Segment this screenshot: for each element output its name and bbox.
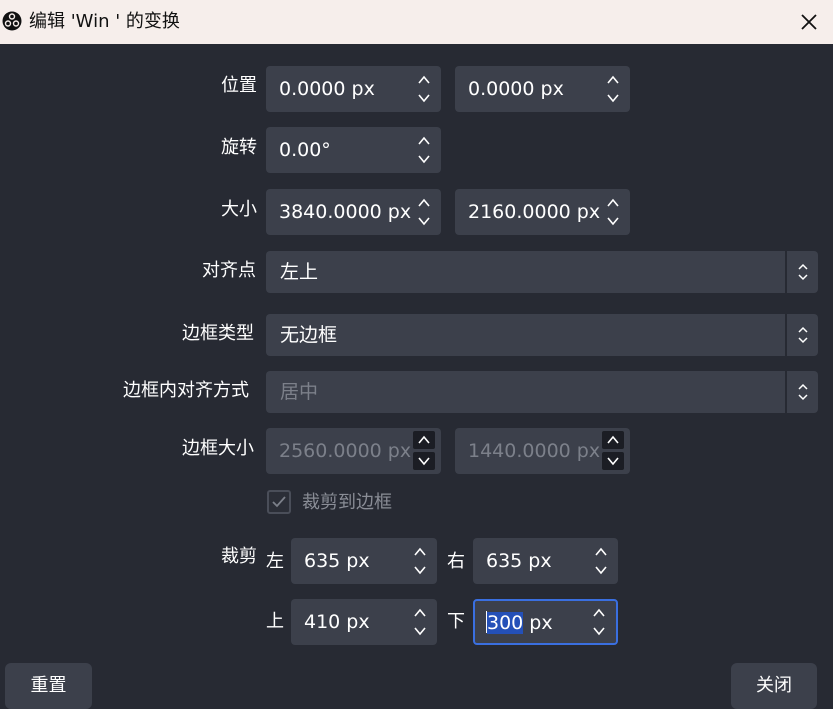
updown-chevron-icon <box>798 383 808 401</box>
crop-bottom-spinbox[interactable]: 300 px <box>473 599 618 645</box>
crop-top-label: 上 <box>266 611 284 632</box>
bounds-type-select[interactable]: 无边框 <box>266 314 818 356</box>
alignment-label: 对齐点 <box>202 260 256 281</box>
crop-right-value: 635 px <box>486 550 552 572</box>
chevron-up-icon[interactable] <box>413 607 427 619</box>
position-y-spinbox[interactable]: 0.0000 px <box>455 66 630 112</box>
chevron-down-icon[interactable] <box>413 564 427 576</box>
checkmark-icon <box>272 496 286 508</box>
close-icon[interactable] <box>797 10 821 34</box>
rotation-value: 0.00° <box>279 139 331 161</box>
chevron-up-icon[interactable] <box>413 431 435 449</box>
chevron-down-icon[interactable] <box>417 215 431 227</box>
bounds-alignment-select[interactable]: 居中 <box>266 371 818 413</box>
position-x-spinbox[interactable]: 0.0000 px <box>266 66 441 112</box>
position-label: 位置 <box>221 75 257 96</box>
crop-top-spinbox[interactable]: 410 px <box>291 599 437 645</box>
bounds-height-value: 1440.0000 px <box>468 440 601 462</box>
chevron-up-icon[interactable] <box>606 74 620 86</box>
chevron-up-icon[interactable] <box>602 431 624 449</box>
crop-bottom-label: 下 <box>447 611 465 632</box>
crop-label: 裁剪 <box>221 546 257 567</box>
transform-dialog: 位置 0.0000 px 0.0000 px 旋转 0.00° 大小 3840.… <box>0 44 833 709</box>
chevron-up-icon[interactable] <box>417 74 431 86</box>
title-bar: 编辑 'Win ' 的变换 <box>0 0 833 44</box>
size-height-value: 2160.0000 px <box>468 201 601 223</box>
position-x-value: 0.0000 px <box>279 78 375 100</box>
chevron-up-icon[interactable] <box>592 607 606 619</box>
bounds-alignment-label: 边框内对齐方式 <box>123 380 249 401</box>
chevron-down-icon[interactable] <box>417 92 431 104</box>
crop-left-value: 635 px <box>304 550 370 572</box>
bounds-width-value: 2560.0000 px <box>279 440 412 462</box>
close-button[interactable]: 关闭 <box>731 663 817 709</box>
position-y-value: 0.0000 px <box>468 78 564 100</box>
chevron-down-icon[interactable] <box>592 625 606 637</box>
window-title: 编辑 'Win ' 的变换 <box>29 11 180 32</box>
bounds-type-label: 边框类型 <box>182 323 254 344</box>
bounds-width-spinbox[interactable]: 2560.0000 px <box>266 428 441 474</box>
reset-button[interactable]: 重置 <box>5 663 92 709</box>
bounds-type-value: 无边框 <box>280 324 338 346</box>
chevron-down-icon[interactable] <box>606 215 620 227</box>
updown-chevron-icon <box>798 326 808 344</box>
bounds-height-spinbox[interactable]: 1440.0000 px <box>455 428 630 474</box>
crop-right-spinbox[interactable]: 635 px <box>473 538 618 584</box>
size-width-spinbox[interactable]: 3840.0000 px <box>266 189 441 235</box>
rotation-label: 旋转 <box>221 137 257 158</box>
crop-top-value: 410 px <box>304 611 370 633</box>
size-label: 大小 <box>221 199 257 220</box>
chevron-up-icon[interactable] <box>413 546 427 558</box>
crop-bottom-selected-value: 300 <box>487 612 524 634</box>
bounds-alignment-value: 居中 <box>280 381 319 403</box>
chevron-down-icon[interactable] <box>413 452 435 470</box>
alignment-select[interactable]: 左上 <box>266 251 818 293</box>
chevron-up-icon[interactable] <box>417 135 431 147</box>
rotation-spinbox[interactable]: 0.00° <box>266 127 441 173</box>
size-width-value: 3840.0000 px <box>279 201 412 223</box>
crop-right-label: 右 <box>447 551 465 572</box>
chevron-down-icon[interactable] <box>413 625 427 637</box>
size-height-spinbox[interactable]: 2160.0000 px <box>455 189 630 235</box>
chevron-up-icon[interactable] <box>594 546 608 558</box>
alignment-value: 左上 <box>280 261 319 283</box>
crop-bottom-unit: px <box>523 612 553 634</box>
chevron-down-icon[interactable] <box>606 92 620 104</box>
crop-to-bounds-checkbox[interactable] <box>267 490 291 514</box>
chevron-down-icon[interactable] <box>417 153 431 165</box>
crop-left-label: 左 <box>266 551 284 572</box>
chevron-up-icon[interactable] <box>606 197 620 209</box>
obs-logo-icon <box>2 11 22 31</box>
bounds-size-label: 边框大小 <box>182 438 254 459</box>
crop-left-spinbox[interactable]: 635 px <box>291 538 437 584</box>
chevron-down-icon[interactable] <box>594 564 608 576</box>
chevron-up-icon[interactable] <box>417 197 431 209</box>
chevron-down-icon[interactable] <box>602 452 624 470</box>
crop-to-bounds-label: 裁剪到边框 <box>302 492 392 513</box>
updown-chevron-icon <box>798 263 808 281</box>
